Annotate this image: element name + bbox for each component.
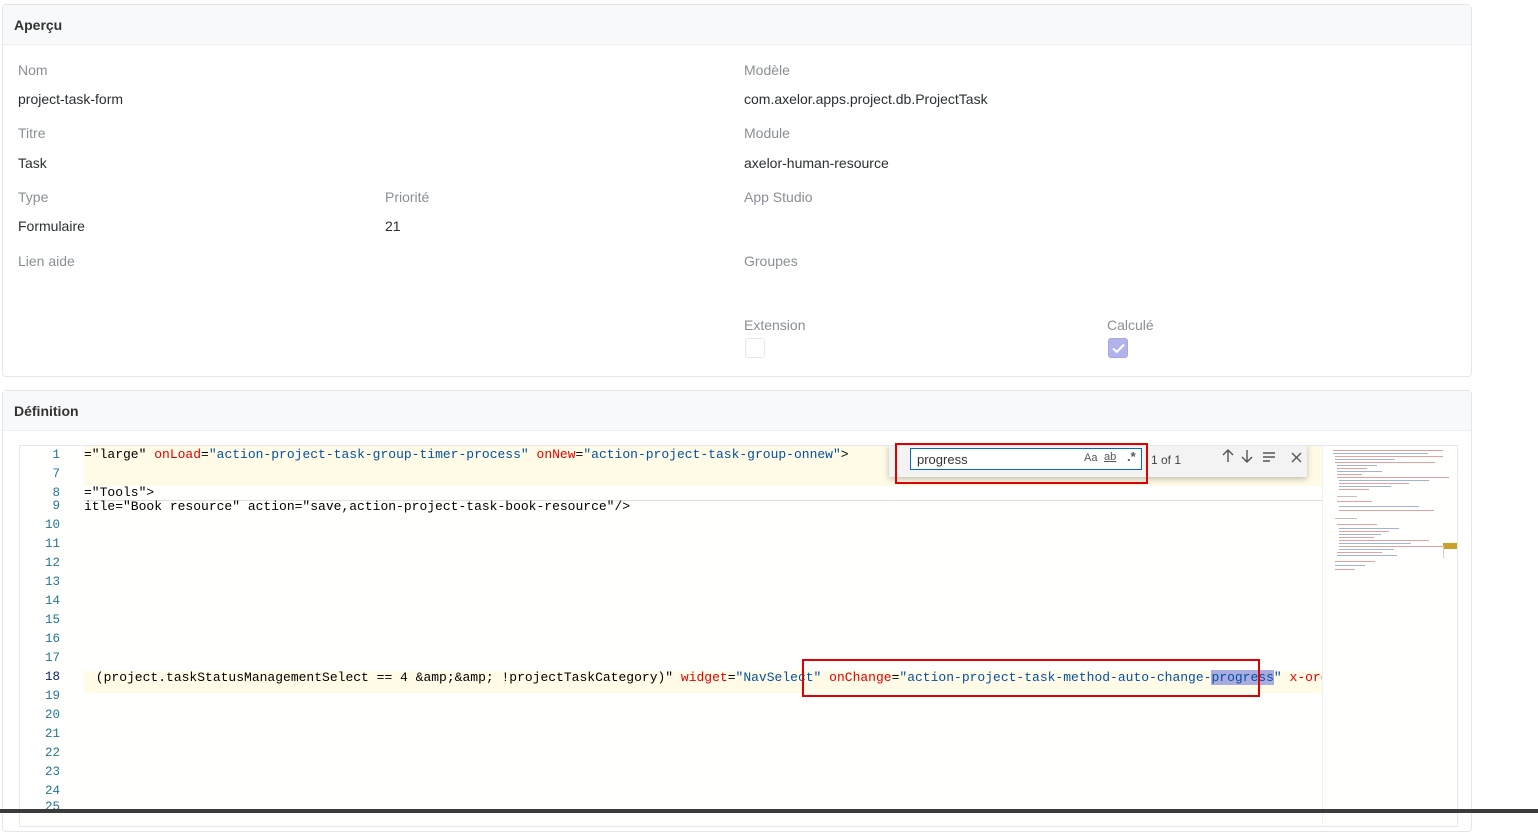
code-string: "action-project-task-group-timer-process…: [208, 447, 529, 462]
line-number: 12: [44, 556, 60, 570]
nom-value: project-task-form: [18, 91, 124, 107]
checkmark-icon: [1112, 343, 1125, 354]
extension-checkbox[interactable]: [745, 338, 765, 358]
code-attribute: onNew: [536, 447, 576, 462]
priorite-label: Priorité: [385, 189, 430, 205]
line-number: 10: [44, 518, 60, 532]
onchange-highlight-box: [802, 659, 1260, 697]
module-value: axelor-human-resource: [744, 155, 889, 171]
code-token: ="large": [84, 447, 155, 462]
code-editor[interactable]: 1 7 8 9 10 11 12 13 14 15 16 17 18 19 20…: [19, 445, 1458, 827]
minimap-match-marker: [1443, 543, 1457, 549]
line-number: 17: [44, 651, 60, 665]
line-number: 13: [44, 575, 60, 589]
code-token: (project.taskStatusManagementSelect == 4…: [88, 670, 681, 685]
code-area[interactable]: ="large" onLoad="action-project-task-gro…: [84, 446, 1322, 826]
minimap-scrollbar[interactable]: [1443, 546, 1444, 558]
code-string: ": [1273, 670, 1282, 685]
line-number: 8: [52, 486, 60, 500]
titre-label: Titre: [18, 125, 46, 141]
calcule-checkbox[interactable]: [1108, 338, 1128, 358]
lien-aide-label: Lien aide: [18, 253, 75, 269]
overview-panel: Aperçu Nom project-task-form Titre Task …: [2, 4, 1472, 377]
arrow-up-icon[interactable]: [1218, 448, 1238, 468]
code-token: =: [201, 447, 209, 462]
line-number: 14: [44, 594, 60, 608]
close-icon[interactable]: [1286, 448, 1306, 468]
extension-label: Extension: [744, 317, 806, 333]
find-highlight-box: [895, 443, 1148, 484]
line-number: 7: [52, 467, 60, 481]
overview-title: Aperçu: [3, 5, 1471, 45]
priorite-value: 21: [385, 218, 401, 234]
code-attribute: onLoad: [154, 447, 202, 462]
line-number: 9: [52, 499, 60, 513]
line-number: 15: [44, 613, 60, 627]
definition-title: Définition: [3, 391, 1471, 431]
match-count: 1 of 1: [1151, 453, 1182, 467]
find-in-selection-icon[interactable]: [1259, 448, 1279, 468]
groupes-label: Groupes: [744, 253, 798, 269]
minimap[interactable]: [1322, 446, 1457, 826]
calcule-label: Calculé: [1107, 317, 1154, 333]
line-number-gutter: 1 7 8 9 10 11 12 13 14 15 16 17 18 19 20…: [20, 446, 75, 826]
code-line-8: ="Tools">: [84, 485, 155, 500]
arrow-down-icon[interactable]: [1237, 448, 1257, 468]
bottom-bar: [0, 809, 1538, 813]
code-line-1: ="large" onLoad="action-project-task-gro…: [84, 447, 849, 462]
code-string: "action-project-task-group-onnew": [583, 447, 841, 462]
line-number: 20: [44, 708, 60, 722]
code-token: >: [840, 447, 849, 462]
line-number: 16: [44, 632, 60, 646]
titre-value: Task: [18, 155, 47, 171]
code-token: =: [727, 670, 736, 685]
code-attribute: x-order: [1289, 670, 1322, 685]
line-number: 19: [44, 689, 60, 703]
definition-panel: Définition 1 7 8 9 10 11 12 13 14 15 16 …: [2, 390, 1472, 832]
app-studio-label: App Studio: [744, 189, 813, 205]
line-number: 22: [44, 746, 60, 760]
nom-label: Nom: [18, 62, 48, 78]
type-label: Type: [18, 189, 49, 205]
modele-label: Modèle: [744, 62, 790, 78]
modele-value: com.axelor.apps.project.db.ProjectTask: [744, 91, 988, 107]
line-number: 23: [44, 765, 60, 779]
type-value: Formulaire: [18, 218, 85, 234]
line-number: 21: [44, 727, 60, 741]
code-line-9: itle="Book resource" action="save,action…: [84, 499, 631, 514]
line-number: 1: [52, 448, 60, 462]
line-number-active: 18: [44, 670, 60, 684]
line-number: 24: [44, 784, 60, 798]
line-number: 11: [44, 537, 60, 551]
module-label: Module: [744, 125, 790, 141]
code-attribute: widget: [680, 670, 728, 685]
